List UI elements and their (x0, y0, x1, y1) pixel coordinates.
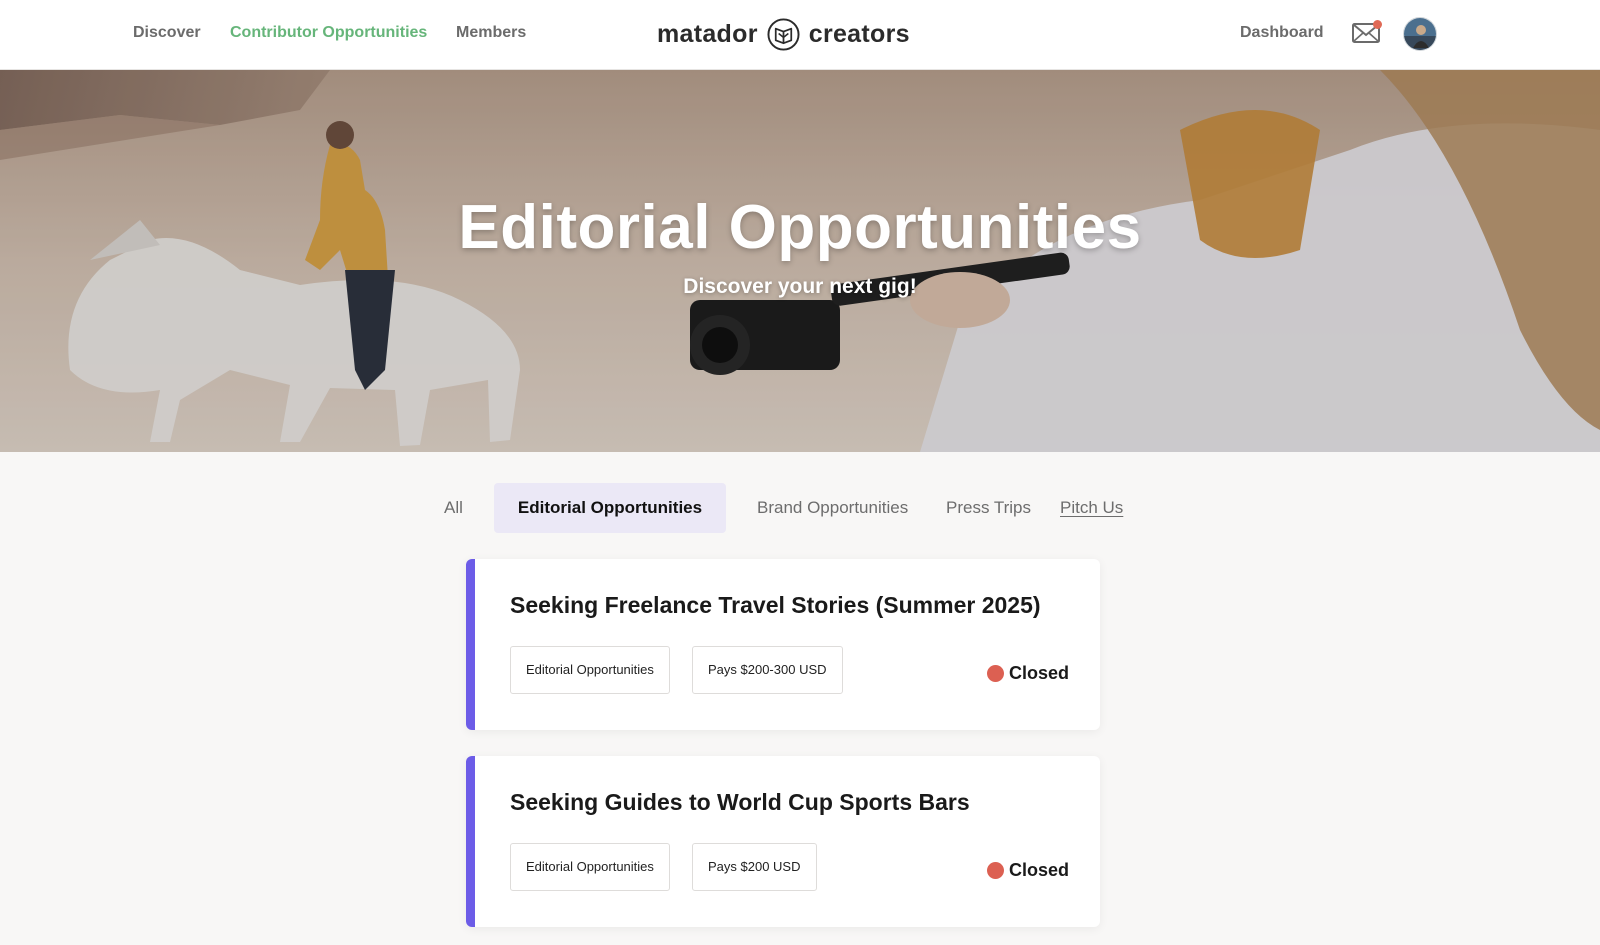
tab-editorial-opportunities[interactable]: Editorial Opportunities (494, 483, 726, 533)
status-text: Closed (1008, 860, 1069, 880)
opportunity-card[interactable]: Seeking Guides to World Cup Sports Bars … (466, 756, 1100, 927)
nav-contributor-opportunities[interactable]: Contributor Opportunities (230, 24, 427, 42)
card-accent-bar (466, 756, 475, 927)
nav-discover[interactable]: Discover (133, 24, 201, 42)
opportunity-card[interactable]: Seeking Freelance Travel Stories (Summer… (466, 559, 1100, 730)
notification-dot-icon (1373, 20, 1382, 29)
logo-word-creators: creators (808, 19, 910, 48)
pay-tag: Pays $200-300 USD (692, 646, 843, 694)
category-tag: Editorial Opportunities (510, 843, 670, 891)
hero-title: Editorial Opportunities (458, 193, 1142, 262)
status-closed-dot-icon (986, 665, 1004, 682)
user-avatar[interactable] (1403, 17, 1437, 51)
card-title[interactable]: Seeking Guides to World Cup Sports Bars (510, 789, 970, 816)
status-text: Closed (1008, 663, 1069, 683)
top-header: Discover Contributor Opportunities Membe… (0, 0, 1600, 70)
nav-dashboard[interactable]: Dashboard (1240, 24, 1324, 42)
nav-members[interactable]: Members (456, 24, 526, 42)
tab-press-trips[interactable]: Press Trips (946, 483, 1031, 533)
status-badge: Closed (986, 663, 1069, 684)
logo-word-matador: matador (657, 19, 758, 48)
tab-pitch-us[interactable]: Pitch Us (1060, 483, 1123, 533)
pay-tag: Pays $200 USD (692, 843, 817, 891)
matador-creators-logo[interactable]: matador creators (657, 16, 910, 52)
hero-subtitle: Discover your next gig! (683, 275, 917, 298)
tab-brand-opportunities[interactable]: Brand Opportunities (757, 483, 908, 533)
status-badge: Closed (986, 860, 1069, 881)
category-tabs: All Editorial Opportunities Brand Opport… (0, 483, 1600, 533)
tab-all[interactable]: All (444, 483, 463, 533)
status-closed-dot-icon (986, 862, 1004, 879)
category-tag: Editorial Opportunities (510, 646, 670, 694)
logo-book-icon (767, 17, 800, 51)
hero-banner: Editorial Opportunities Discover your ne… (0, 70, 1600, 452)
card-accent-bar (466, 559, 475, 730)
card-title[interactable]: Seeking Freelance Travel Stories (Summer… (510, 592, 1041, 619)
